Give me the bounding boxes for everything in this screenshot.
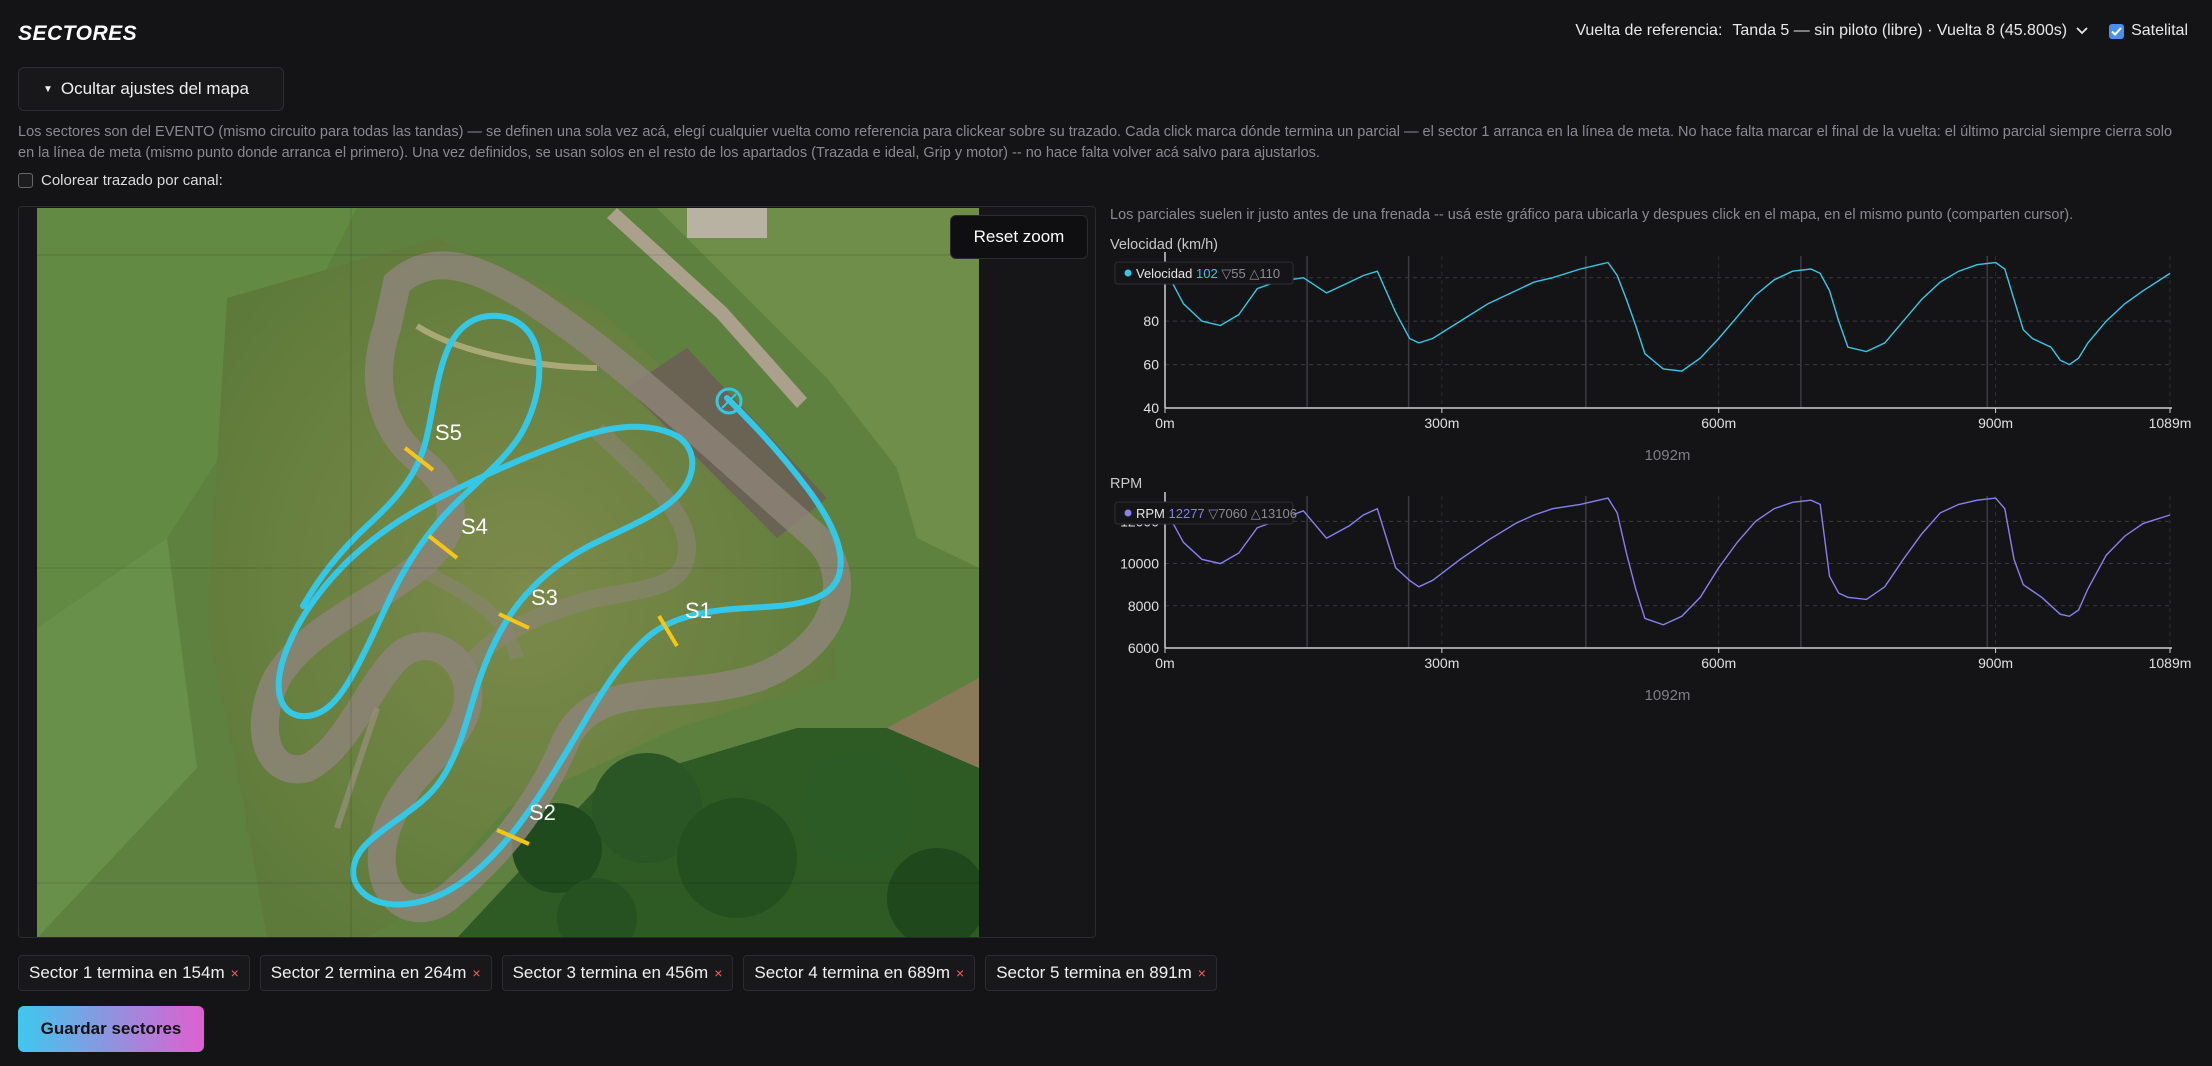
series-line[interactable]: [1164, 261, 2171, 372]
legend-dot: [1124, 269, 1132, 277]
toggle-map-settings-button[interactable]: ▼ Ocultar ajustes del mapa: [18, 67, 284, 111]
x-tick-label: 900m: [1978, 415, 2013, 431]
map-settings-description: Los sectores son del EVENTO (mismo circu…: [18, 124, 2173, 161]
sector-list: Sector 1 termina en 154m × Sector 2 termi…: [18, 955, 1217, 991]
color-by-channel-toggle[interactable]: Colorear trazado por canal:: [18, 172, 223, 189]
sector-chip[interactable]: Sector 3 termina en 456m ×: [501, 955, 734, 991]
charts-hint: Los parciales suelen ir justo antes de u…: [1110, 207, 2074, 223]
remove-sector-icon[interactable]: ×: [956, 965, 964, 981]
x-axis-label: 1092m: [1645, 447, 1691, 464]
remove-sector-icon[interactable]: ×: [472, 965, 480, 981]
toggle-map-settings-label: Ocultar ajustes del mapa: [60, 79, 249, 98]
reference-lap-selector[interactable]: Vuelta de referencia: Tanda 5 — sin pilo…: [1575, 22, 2188, 40]
color-by-channel-checkbox[interactable]: [18, 173, 33, 188]
y-tick-label: 10000: [1120, 556, 1159, 572]
x-tick-label: 600m: [1701, 415, 1736, 431]
sector-chip-label: Sector 3 termina en 456m: [512, 963, 709, 982]
y-tick-label: 40: [1143, 400, 1159, 416]
reference-lap-value[interactable]: Tanda 5 — sin piloto (libre) · Vuelta 8 …: [1732, 22, 2067, 40]
chart-legend: Velocidad 102 ▽55 △110: [1114, 261, 1294, 285]
sector-chip[interactable]: Sector 2 termina en 264m ×: [259, 955, 492, 991]
x-tick-label: 300m: [1424, 655, 1459, 671]
x-tick-label: 300m: [1424, 415, 1459, 431]
legend-dot: [1124, 509, 1132, 517]
remove-sector-icon[interactable]: ×: [231, 965, 239, 981]
x-tick-label: 900m: [1978, 655, 2013, 671]
chart-legend: RPM 12277 ▽7060 △13106: [1114, 501, 1297, 525]
sector-chip[interactable]: Sector 5 termina en 891m ×: [985, 955, 1217, 991]
sector-chip[interactable]: Sector 4 termina en 689m ×: [743, 955, 976, 991]
x-tick-label: 600m: [1701, 655, 1736, 671]
sector-chip-label: Sector 4 termina en 689m: [754, 963, 950, 982]
series-line[interactable]: [1164, 497, 2171, 626]
y-tick-label: 6000: [1128, 640, 1159, 656]
x-tick-label: 1089m: [2149, 655, 2192, 671]
x-tick-label: 0m: [1155, 655, 1174, 671]
sector-chip-label: Sector 2 termina en 264m: [270, 963, 467, 982]
rpm-chart[interactable]: 1200010000800060000m300m600m900m1089m109…: [1110, 492, 2191, 714]
sector-chip[interactable]: Sector 1 termina en 154m ×: [18, 955, 250, 991]
sector-chip-label: Sector 1 termina en 154m: [29, 963, 225, 982]
caret-down-icon: ▼: [43, 83, 53, 95]
rpm-chart-title: RPM: [1110, 476, 1143, 492]
x-axis-label: 1092m: [1645, 687, 1691, 704]
sector-label-s2: S2: [529, 800, 556, 825]
legend-min: ▽55: [1221, 266, 1249, 281]
map-panel: S1 S2 S3 S4 S5 Reset zoom: [18, 206, 1096, 938]
x-tick-label: 1089m: [2149, 415, 2192, 431]
reference-lap-label: Vuelta de referencia:: [1575, 22, 1723, 39]
save-sectors-button[interactable]: Guardar sectores: [18, 1006, 204, 1052]
speed-chart-title: Velocidad (km/h): [1110, 237, 1218, 253]
legend-name: RPM: [1136, 506, 1169, 521]
legend-text: RPM 12277 ▽7060 △13106: [1136, 506, 1297, 521]
sector-label-s5: S5: [435, 420, 462, 445]
reset-zoom-button[interactable]: Reset zoom: [950, 215, 1088, 259]
legend-current: 12277: [1169, 506, 1209, 521]
legend-max: △110: [1249, 266, 1280, 281]
sector-chip-label: Sector 5 termina en 891m: [996, 963, 1192, 982]
legend-name: Velocidad: [1136, 266, 1196, 281]
x-tick-label: 0m: [1155, 415, 1174, 431]
satellite-checkbox[interactable]: [2109, 23, 2125, 39]
legend-text: Velocidad 102 ▽55 △110: [1136, 266, 1280, 281]
page-title: SECTORES: [18, 22, 138, 45]
sector-label-s4: S4: [461, 514, 488, 539]
sector-label-s3: S3: [531, 585, 558, 610]
legend-current: 102: [1196, 266, 1221, 281]
chevron-down-icon[interactable]: [2075, 24, 2089, 38]
satellite-map[interactable]: S1 S2 S3 S4 S5: [37, 208, 979, 938]
remove-sector-icon[interactable]: ×: [714, 965, 722, 981]
color-by-channel-label: Colorear trazado por canal:: [41, 172, 223, 189]
satellite-label[interactable]: Satelital: [2131, 22, 2188, 40]
y-tick-label: 8000: [1128, 598, 1159, 614]
legend-min: ▽7060: [1208, 506, 1251, 521]
y-tick-label: 80: [1143, 313, 1159, 329]
legend-max: △13106: [1251, 506, 1297, 521]
speed-chart[interactable]: 1008060400m300m600m900m1089m1092mVelocid…: [1110, 252, 2191, 474]
sector-label-s1: S1: [685, 598, 712, 623]
y-tick-label: 60: [1143, 357, 1159, 373]
remove-sector-icon[interactable]: ×: [1198, 965, 1206, 981]
